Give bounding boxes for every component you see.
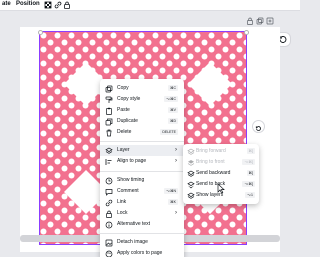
shortcut-badge: ⌥⌘C — [163, 96, 178, 102]
menu-item-paste[interactable]: Paste ⌘V — [100, 105, 184, 116]
menu-item-align-to-page[interactable]: Align to page › — [100, 156, 184, 167]
shortcut-badge: ⌥1 — [245, 192, 255, 198]
menu-item-label: Layer — [117, 147, 130, 153]
shortcut-badge: ⌥⌘[ — [242, 181, 255, 187]
copy-icon — [105, 85, 113, 93]
mouse-pointer-icon — [217, 183, 225, 194]
edit-button[interactable]: ate — [2, 1, 11, 7]
menu-item-label: Alternative text — [117, 221, 151, 227]
clock-icon — [105, 177, 113, 185]
context-menu: Copy ⌘C Copy style ⌥⌘C Paste ⌘V Duplicat… — [100, 79, 184, 257]
lock-page-icon[interactable] — [246, 17, 254, 25]
menu-item-label: Copy style — [117, 96, 141, 102]
menu-divider — [100, 171, 184, 172]
submenu-item-label: Bring to front — [196, 159, 225, 165]
rotate-icon — [255, 126, 261, 131]
duplicate-page-icon[interactable] — [256, 17, 264, 25]
menu-item-alternative-text[interactable]: Alternative text — [100, 219, 184, 230]
shortcut-badge: ⌘] — [246, 148, 255, 154]
menu-item-label: Detach image — [117, 239, 148, 245]
duplicate-icon — [105, 118, 113, 126]
lock-icon[interactable] — [63, 1, 71, 9]
shortcut-badge: ⌘D — [167, 118, 178, 124]
palette-icon — [105, 250, 113, 257]
submenu-item-label: Send backward — [196, 170, 231, 176]
menu-item-label: Paste — [117, 107, 130, 113]
menu-item-comment[interactable]: Comment ⌥⌘N — [100, 186, 184, 197]
menu-item-layer[interactable]: Layer › — [100, 145, 184, 156]
submenu-item-bring-forward[interactable]: Bring forward ⌘] — [183, 146, 259, 157]
link-icon[interactable] — [54, 1, 62, 9]
menu-item-duplicate[interactable]: Duplicate ⌘D — [100, 116, 184, 127]
submenu-item-send-backward[interactable]: Send backward ⌘[ — [183, 168, 259, 179]
shortcut-badge: DELETE — [160, 129, 178, 135]
menu-item-show-timing[interactable]: Show timing — [100, 175, 184, 186]
menu-item-label: Comment — [117, 188, 139, 194]
shortcut-badge: ⌘K — [168, 199, 178, 205]
rotate-handle[interactable] — [253, 121, 264, 132]
menu-divider — [100, 233, 184, 234]
submenu-item-label: Bring forward — [196, 148, 226, 154]
send-backward-icon — [187, 170, 195, 177]
shortcut-badge: ⌘C — [167, 85, 178, 91]
menu-item-label: Apply colors to page — [117, 250, 163, 256]
paint-roller-icon — [105, 96, 113, 103]
menu-item-delete[interactable]: Delete DELETE — [100, 127, 184, 138]
bring-to-front-icon — [187, 160, 195, 166]
submenu-item-bring-to-front[interactable]: Bring to front ⌥⌘] — [183, 157, 259, 168]
menu-item-label: Link — [117, 199, 127, 205]
show-layers-icon — [187, 192, 195, 199]
lock-icon — [106, 210, 112, 218]
menu-item-copy[interactable]: Copy ⌘C — [100, 83, 184, 94]
detach-icon — [105, 239, 113, 247]
transparency-icon[interactable] — [44, 1, 52, 9]
info-icon — [105, 221, 113, 229]
comment-icon — [105, 189, 113, 196]
menu-item-label: Show timing — [117, 177, 145, 183]
align-icon — [105, 159, 112, 165]
menu-item-link[interactable]: Link ⌘K — [100, 197, 184, 208]
menu-item-detach-image[interactable]: Detach image — [100, 237, 184, 248]
resize-handle-top-right[interactable] — [244, 30, 249, 35]
menu-item-label: Copy — [117, 85, 129, 91]
chevron-right-icon: › — [175, 158, 177, 164]
clipboard-icon — [106, 107, 112, 115]
shortcut-badge: ⌘V — [168, 107, 178, 113]
shortcut-badge: ⌥⌘] — [242, 159, 255, 165]
send-to-back-icon — [187, 181, 195, 189]
chevron-right-icon: › — [175, 210, 177, 216]
chevron-right-icon: › — [175, 147, 177, 153]
menu-item-copy-style[interactable]: Copy style ⌥⌘C — [100, 94, 184, 105]
layers-icon — [105, 147, 113, 154]
layer-submenu: Bring forward ⌘] Bring to front ⌥⌘] Send… — [183, 144, 259, 204]
menu-item-label: Lock — [117, 210, 128, 216]
link-icon — [105, 199, 113, 207]
menu-item-label: Delete — [117, 129, 132, 135]
trash-icon — [106, 129, 112, 137]
position-button[interactable]: Position — [16, 1, 40, 7]
shortcut-badge: ⌥⌘N — [163, 188, 178, 194]
bring-forward-icon — [187, 148, 195, 155]
editor-toolbar: ate Position — [0, 0, 300, 11]
menu-divider — [100, 141, 184, 142]
resize-handle-top-left[interactable] — [38, 30, 43, 35]
menu-item-label: Align to page — [117, 158, 147, 164]
shortcut-badge: ⌘[ — [246, 170, 255, 176]
menu-item-apply-colors[interactable]: Apply colors to page — [100, 248, 184, 257]
add-page-icon[interactable] — [266, 17, 274, 25]
menu-item-lock[interactable]: Lock › — [100, 208, 184, 219]
menu-item-label: Duplicate — [117, 118, 138, 124]
